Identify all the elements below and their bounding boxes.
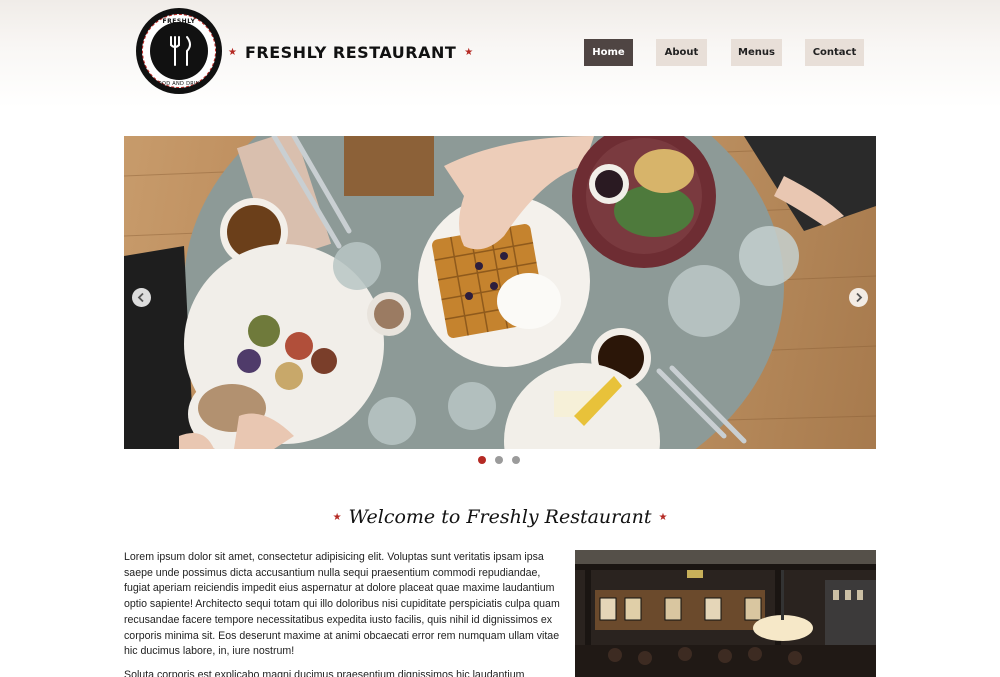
interior-photo <box>575 550 876 677</box>
star-icon: ★ <box>658 511 668 523</box>
slide-dot-1[interactable] <box>478 456 486 464</box>
brand[interactable]: ★ FRESHLY RESTAURANT ★ <box>228 41 473 63</box>
paragraph: Lorem ipsum dolor sit amet, consectetur … <box>124 551 560 658</box>
brand-name: FRESHLY RESTAURANT <box>244 42 457 62</box>
nav-menus-button[interactable]: Menus <box>731 39 782 66</box>
logo-bottom-text: FOOD AND DRINK <box>154 81 204 87</box>
paragraph: Soluta corporis est explicabo magni duci… <box>124 668 525 677</box>
chevron-left-icon <box>137 292 144 303</box>
slide-dot-3[interactable] <box>512 456 520 464</box>
hero-slider[interactable] <box>124 136 876 449</box>
slider-pagination <box>478 456 520 464</box>
nav-home-button[interactable]: Home <box>584 39 633 66</box>
slider-next-button[interactable] <box>849 288 868 307</box>
nav-contact-button[interactable]: Contact <box>805 39 864 66</box>
slider-prev-button[interactable] <box>132 288 151 307</box>
star-icon: ★ <box>464 46 474 58</box>
welcome-heading: ★ Welcome to Freshly Restaurant ★ <box>0 506 1000 528</box>
star-icon: ★ <box>332 511 342 523</box>
fork-knife-icon <box>170 36 191 66</box>
slide-dot-2[interactable] <box>495 456 503 464</box>
welcome-text: Lorem ipsum dolor sit amet, consectetur … <box>124 550 560 677</box>
restaurant-interior-image <box>575 550 876 677</box>
welcome-title: Welcome to Freshly Restaurant <box>348 506 652 528</box>
hero-slide-image <box>124 136 876 449</box>
site-header: FRESHLY FOOD AND DRINK ★ FRESHLY RESTAUR… <box>0 0 1000 108</box>
chevron-right-icon <box>856 292 863 303</box>
star-icon: ★ <box>228 46 237 58</box>
nav-about-button[interactable]: About <box>656 39 707 66</box>
restaurant-logo[interactable]: FRESHLY FOOD AND DRINK <box>136 8 222 94</box>
